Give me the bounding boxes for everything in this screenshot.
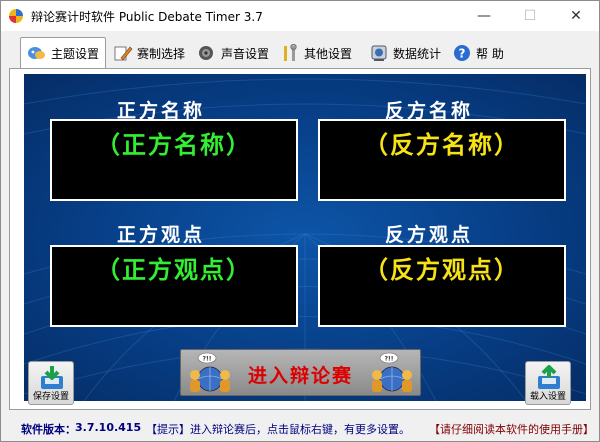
pro-view-label: 正方观点 (117, 224, 206, 246)
version-label: 软件版本： (21, 423, 76, 436)
tab-label: 主题设置 (51, 46, 100, 61)
save-icon (41, 366, 63, 389)
version-number: 3.7.10.415 (75, 421, 142, 434)
database-icon (371, 45, 387, 61)
svg-text:?: ? (459, 47, 466, 61)
pro-name-box[interactable]: （正方名称） (50, 119, 298, 201)
pen-icon (114, 46, 133, 61)
window-title: 辩论赛计时软件 Public Debate Timer 3.7 (31, 10, 263, 24)
help-icon: ? (454, 45, 470, 61)
theme-icon (28, 47, 45, 59)
tab-label: 声音设置 (221, 46, 270, 61)
tab-theme-settings[interactable]: 主题设置 (20, 37, 107, 68)
tab-other-settings[interactable]: 其他设置 (274, 40, 358, 66)
con-name-box[interactable]: （反方名称） (318, 119, 566, 201)
status-bar: 软件版本： 3.7.10.415 【提示】进入辩论赛后，点击鼠标右键，有更多设置… (9, 419, 594, 437)
tab-sound-settings[interactable]: 声音设置 (191, 40, 275, 66)
con-view-box[interactable]: （反方观点） (318, 245, 566, 327)
tab-label: 帮 助 (476, 46, 504, 61)
people-right-icon: ?!! (372, 352, 412, 392)
load-settings-button[interactable]: 载入设置 (525, 361, 571, 405)
pro-view-value: （正方观点） (96, 255, 252, 284)
app-window: 辩论赛计时软件 Public Debate Timer 3.7 — ☐ ✕ 主题… (0, 0, 600, 442)
title-bar: 辩论赛计时软件 Public Debate Timer 3.7 — ☐ ✕ (1, 1, 599, 31)
minimize-button[interactable]: — (461, 1, 507, 31)
tab-label: 数据统计 (393, 46, 442, 61)
app-icon (9, 9, 23, 23)
pro-name-value: （正方名称） (96, 130, 252, 159)
con-name-value: （反方名称） (364, 130, 520, 159)
tab-format-select[interactable]: 赛制选择 (107, 40, 191, 66)
pro-view-box[interactable]: （正方观点） (50, 245, 298, 327)
tab-strip: 主题设置 赛制选择 声音设置 其他设置 数据统计 ? 帮 助 (1, 32, 599, 70)
load-icon (538, 365, 560, 389)
tab-label: 赛制选择 (137, 46, 186, 61)
con-view-value: （反方观点） (364, 255, 520, 284)
tools-icon (284, 44, 297, 61)
maximize-button[interactable]: ☐ (507, 1, 553, 31)
con-view-label: 反方观点 (385, 224, 474, 246)
tab-label: 其他设置 (304, 46, 353, 61)
enter-debate-button[interactable]: ?!! 进入辩论赛 ?!! (180, 349, 421, 396)
manual-notice[interactable]: 【请仔细阅读本软件的使用手册】 (429, 421, 594, 437)
tab-statistics[interactable]: 数据统计 (363, 40, 447, 66)
svg-text:?!!: ?!! (385, 356, 394, 363)
close-button[interactable]: ✕ (553, 1, 599, 31)
save-settings-button[interactable]: 保存设置 (28, 361, 74, 405)
tab-help[interactable]: ? 帮 助 (446, 40, 510, 66)
load-settings-label: 载入设置 (529, 392, 566, 402)
save-settings-label: 保存设置 (32, 392, 69, 402)
speaker-icon (199, 46, 213, 60)
tip-text: 【提示】进入辩论赛后，点击鼠标右键，有更多设置。 (146, 423, 410, 436)
